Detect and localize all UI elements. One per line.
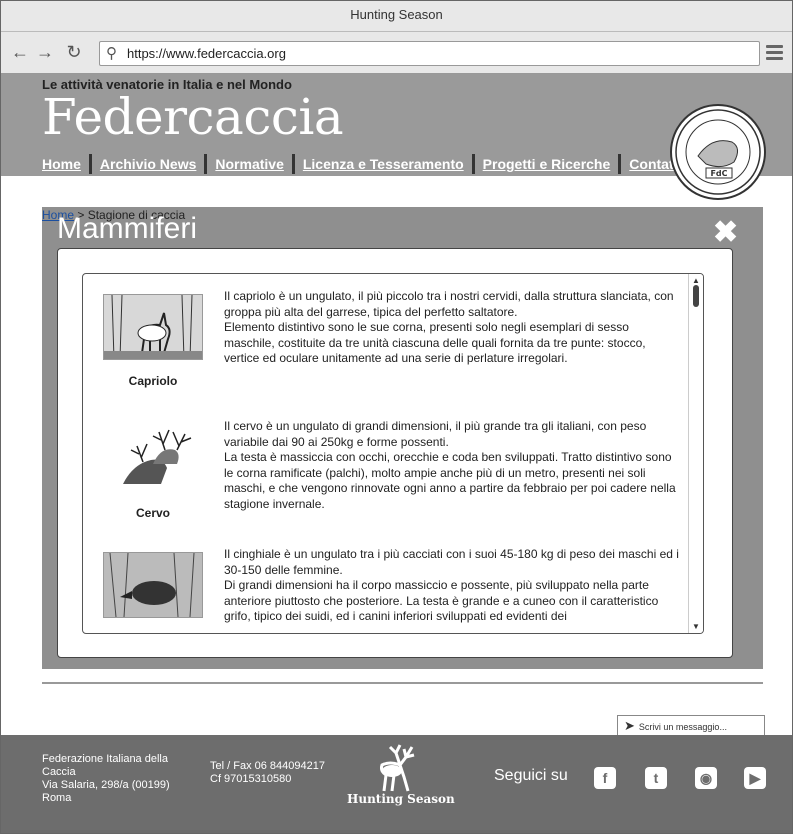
site-footer: Federazione Italiana della Caccia Via Sa…	[1, 735, 792, 833]
back-icon[interactable]: ←	[10, 42, 30, 62]
instagram-icon[interactable]: ◉	[695, 767, 717, 789]
desc-line: Il capriolo è un ungulato, il più piccol…	[224, 289, 674, 366]
url-text: https://www.federcaccia.org	[127, 46, 286, 61]
menu-icon[interactable]	[766, 45, 783, 63]
cervo-image	[103, 424, 203, 490]
capriolo-image	[103, 294, 203, 360]
forward-icon[interactable]: →	[35, 42, 55, 62]
scrollbar[interactable]: ▲ ▼	[688, 274, 703, 633]
footer-brand: Hunting Season	[347, 792, 455, 806]
species-description: Il cervo è un ungulato di grandi dimensi…	[224, 419, 679, 513]
species-list-panel[interactable]: Capriolo Il capriolo è un ungulato, il p…	[82, 273, 704, 634]
close-icon[interactable]: ✖	[713, 218, 738, 248]
chat-placeholder: Scrivi un messaggio...	[638, 722, 727, 732]
browser-window: Hunting Season ← → ↻ ⚲ https://www.feder…	[0, 0, 793, 834]
browser-toolbar: ← → ↻ ⚲ https://www.federcaccia.org	[1, 32, 792, 74]
nav-normative[interactable]: Normative	[207, 154, 295, 174]
cinghiale-image	[103, 552, 203, 618]
follow-label: Seguici su	[494, 767, 568, 784]
species-description: Il capriolo è un ungulato, il più piccol…	[224, 289, 679, 367]
youtube-icon[interactable]: ▶	[744, 767, 766, 789]
footer-contact: Tel / Fax 06 844094217 Cf 97015310580	[210, 760, 325, 786]
scroll-thumb[interactable]	[693, 285, 699, 307]
nav-licenza[interactable]: Licenza e Tesseramento	[295, 154, 475, 174]
modal-title: Mammiferi	[57, 212, 197, 245]
desc-line: Il cervo è un ungulato di grandi dimensi…	[224, 419, 676, 511]
scroll-down-icon[interactable]: ▼	[692, 622, 700, 631]
scroll-up-icon[interactable]: ▲	[692, 276, 700, 285]
twitter-icon[interactable]: t	[645, 767, 667, 789]
window-title: Hunting Season	[1, 1, 792, 32]
species-description: Il cinghiale è un ungulato tra i più cac…	[224, 547, 679, 625]
footer-cf: Cf 97015310580	[210, 773, 292, 785]
desc-line: Il cinghiale è un ungulato tra i più cac…	[224, 547, 679, 624]
species-name: Cervo	[135, 506, 170, 520]
nav-archivio-news[interactable]: Archivio News	[92, 154, 208, 174]
species-name: Capriolo	[128, 374, 178, 388]
chat-message-input[interactable]: ➤ Scrivi un messaggio...	[617, 715, 765, 737]
reload-icon[interactable]: ↻	[64, 42, 84, 62]
send-icon: ➤	[624, 718, 635, 733]
facebook-icon[interactable]: f	[594, 767, 616, 789]
footer-phone: Tel / Fax 06 844094217	[210, 760, 325, 772]
nav-progetti[interactable]: Progetti e Ricerche	[475, 154, 622, 174]
main-nav: Home Archivio News Normative Licenza e T…	[42, 154, 690, 174]
mammals-modal: Capriolo Il capriolo è un ungulato, il p…	[57, 248, 733, 658]
footer-address: Federazione Italiana della Caccia Via Sa…	[42, 753, 170, 804]
federcaccia-seal-logo[interactable]: FdC	[670, 104, 766, 200]
brand-title[interactable]: Federcaccia	[42, 88, 344, 146]
search-icon: ⚲	[106, 45, 117, 62]
divider	[42, 682, 763, 684]
svg-text:FdC: FdC	[710, 169, 727, 178]
nav-home[interactable]: Home	[42, 154, 92, 174]
address-bar[interactable]: ⚲ https://www.federcaccia.org	[99, 41, 760, 66]
